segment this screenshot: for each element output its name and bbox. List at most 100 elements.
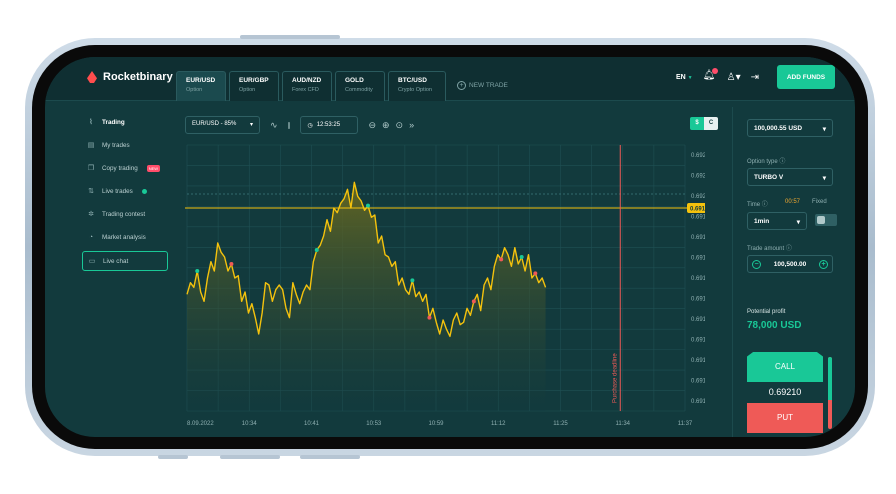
add-funds-button[interactable]: ADD FUNDS <box>777 65 835 89</box>
option-type-value: TURBO V <box>754 174 784 181</box>
tab-type: Commodity <box>345 87 373 93</box>
tab-type: Crypto Option <box>398 87 432 93</box>
time-value: 12:53:25 <box>316 122 341 128</box>
language-value: EN <box>675 73 686 81</box>
sidebar-item-label: Trading <box>102 118 125 126</box>
asset-tabs: EUR/USD Option EUR/GBP Option AUD/NZD Forex… <box>176 71 446 101</box>
sidebar-item-label: My trades <box>102 141 130 149</box>
sidebar-item-live-chat[interactable]: ▭ Live chat <box>82 251 168 271</box>
new-trade-button[interactable]: + NEW TRADE <box>457 81 508 90</box>
language-select[interactable]: EN ▼ <box>676 74 693 81</box>
fixed-label: Fixed <box>812 199 827 205</box>
line-chart-icon[interactable]: ∿ <box>270 120 278 131</box>
logout-icon[interactable]: ⇥ <box>751 72 759 83</box>
sidebar-item-trading[interactable]: ⌇ Trading <box>82 113 172 131</box>
x-tick-label: 8.09.2022 <box>187 421 214 427</box>
tab-btc-usd[interactable]: BTC/USD Crypto Option <box>388 71 446 101</box>
tab-type: Option <box>239 87 256 93</box>
sidebar-item-market-analysis[interactable]: ◔ Market analysis <box>82 228 172 246</box>
tab-pair: AUD/NZD <box>292 77 322 84</box>
new-trade-label: NEW TRADE <box>469 82 508 89</box>
candlestick-icon[interactable]: ⫾ <box>288 120 291 131</box>
y-tick-label: 0.69201 <box>691 194 705 200</box>
option-type-select[interactable]: TURBO V ▾ <box>747 168 833 186</box>
x-tick-label: 11:34 <box>615 421 630 427</box>
live-indicator <box>141 188 147 194</box>
tab-pair: EUR/USD <box>186 77 216 84</box>
sidebar-item-copy-trading[interactable]: ❐ Copy trading NEW <box>82 159 172 177</box>
buy-marker <box>519 255 524 259</box>
chart-icon: ◔ <box>88 233 94 241</box>
buy-marker <box>410 278 415 283</box>
time-remaining: 00:57 <box>785 199 801 205</box>
currency-toggle[interactable]: $ C <box>690 117 718 130</box>
new-badge: NEW <box>146 164 161 172</box>
purchase-deadline-label: Purchase deadline <box>612 353 618 403</box>
tab-gold[interactable]: GOLD Commodity <box>335 71 385 101</box>
sidebar-item-trading-contest[interactable]: ✲ Trading contest <box>82 205 172 223</box>
sidebar-item-label: Copy trading <box>102 164 138 172</box>
call-button[interactable]: CALL <box>747 352 823 382</box>
balance-select[interactable]: 100,000.55 USD ▾ <box>747 119 833 137</box>
time-display[interactable]: ◷ 12:53:25 <box>300 116 359 134</box>
sell-marker <box>499 257 504 262</box>
y-tick-label: 0.69210 <box>691 174 705 180</box>
crosshair-icon[interactable]: ⊙ <box>396 120 404 131</box>
put-button[interactable]: PUT <box>747 403 823 433</box>
zoom-controls: ⊖ ⊕ ⊙ » <box>368 120 414 131</box>
plus-button[interactable]: + <box>818 259 828 269</box>
caret-down-icon: ▼ <box>687 74 693 81</box>
option-type-label-text: Option type <box>747 159 778 165</box>
duration-select[interactable]: 1min ▾ <box>747 212 807 230</box>
tab-aud-nzd[interactable]: AUD/NZD Forex CFD <box>282 71 332 101</box>
info-icon: ⓘ <box>779 159 786 165</box>
trade-panel: 100,000.55 USD ▾ Option type ⓘ TURBO V ▾ T… <box>732 107 842 437</box>
trade-amount-value[interactable]: 100,500.00 <box>774 261 807 268</box>
sidebar-item-my-trades[interactable]: ▤ My trades <box>82 136 172 154</box>
potential-profit-label: Potential profit <box>747 309 786 315</box>
logo[interactable]: Rocketbinary <box>87 71 173 83</box>
minus-button[interactable]: − <box>752 259 761 269</box>
sell-marker <box>533 271 538 276</box>
header-actions: EN ▼ 🔔︎ ♙▾ ⇥ ADD FUNDS <box>676 65 835 89</box>
buy-marker <box>314 248 319 252</box>
top-navigation: Rocketbinary EUR/USD Option EUR/GBP Option… <box>45 57 855 101</box>
sidebar-item-live-trades[interactable]: ⇅ Live trades <box>82 182 172 200</box>
list-icon: ▤ <box>87 142 95 149</box>
bell-icon[interactable]: 🔔︎ <box>703 68 718 84</box>
zoom-in-icon[interactable]: ⊕ <box>382 120 390 131</box>
sell-marker <box>229 262 234 266</box>
phone-volume-down-button <box>300 455 360 459</box>
tab-type: Forex CFD <box>292 87 319 93</box>
x-tick-label: 10:53 <box>366 421 382 427</box>
y-tick-label: 0.69158 <box>691 296 705 302</box>
trade-amount-stepper[interactable]: − 100,500.00 + <box>747 255 833 273</box>
tab-eur-gbp[interactable]: EUR/GBP Option <box>229 71 279 101</box>
phone-side-button <box>240 35 340 39</box>
y-tick-label: 0.69175 <box>691 256 705 262</box>
user-icon[interactable]: ♙▾ <box>727 72 741 83</box>
price-chart[interactable]: 0.69218 0.69210 0.69201 0.69193 0.69184 0.691… <box>185 141 705 431</box>
balance-value: 100,000.55 USD <box>754 125 803 132</box>
logo-text: Rocketbinary <box>103 71 173 83</box>
buy-marker <box>365 203 370 208</box>
asset-select[interactable]: EUR/USD - 85% ▾ <box>185 116 260 134</box>
y-tick-label: 0.69184 <box>691 235 705 241</box>
tab-eur-usd[interactable]: EUR/USD Option <box>176 71 226 101</box>
x-tick-label: 11:37 <box>678 421 693 427</box>
y-tick-label: 0.69124 <box>691 378 705 384</box>
fast-forward-icon[interactable]: » <box>409 120 414 131</box>
asset-select-value: EUR/USD - 85% <box>192 121 237 127</box>
tab-pair: GOLD <box>345 77 364 84</box>
currency-toggle-c[interactable]: C <box>704 117 718 130</box>
currency-toggle-dollar[interactable]: $ <box>690 117 704 130</box>
zoom-out-icon[interactable]: ⊖ <box>368 120 376 131</box>
duration-value: 1min <box>754 218 770 225</box>
fixed-toggle[interactable] <box>815 214 837 226</box>
caret-down-icon: ▾ <box>249 122 253 128</box>
y-tick-label: 0.69218 <box>691 153 705 159</box>
x-tick-label: 11:12 <box>491 421 506 427</box>
trade-amount-label: Trade amount ⓘ <box>747 243 792 252</box>
y-tick-label: 0.69162 <box>691 276 705 282</box>
caret-down-icon: ▾ <box>822 175 826 182</box>
